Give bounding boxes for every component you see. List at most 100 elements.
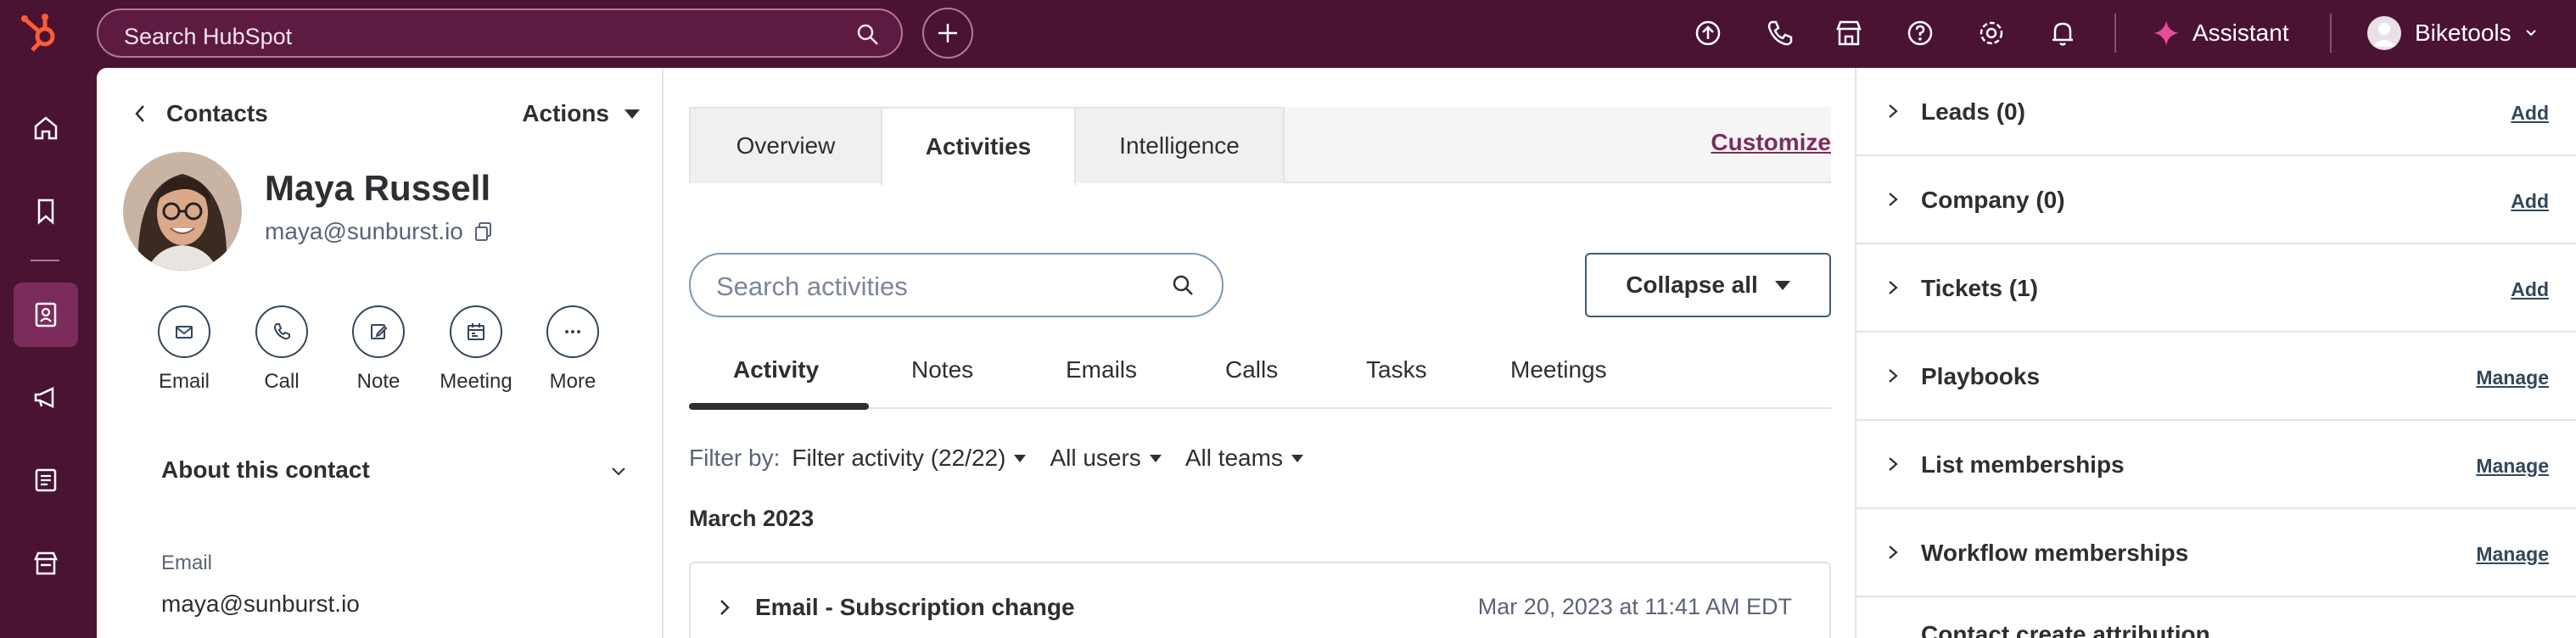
left-navigation (0, 68, 97, 638)
activity-search-placeholder: Search activities (716, 271, 908, 301)
filter-activity-dropdown[interactable]: Filter activity (22/22) (792, 445, 1027, 472)
contact-email: maya@sunburst.io (265, 218, 463, 244)
topbar-divider (2330, 14, 2332, 53)
upgrade-icon[interactable] (1692, 17, 1724, 49)
record-tabs: Overview Activities Intelligence Customi… (689, 107, 1831, 185)
card-tickets[interactable]: Tickets (1) Add (1856, 244, 2576, 333)
note-icon (371, 324, 388, 339)
chevron-right-icon[interactable] (1885, 543, 1901, 562)
chevron-right-icon[interactable] (1885, 455, 1901, 473)
activity-search-input[interactable]: Search activities (689, 253, 1224, 317)
card-title: List memberships (1921, 451, 2125, 478)
activity-timestamp: Mar 20, 2023 at 11:41 AM EDT (1477, 594, 1792, 619)
bookmark-icon (37, 199, 54, 225)
nav-crm-contacts[interactable] (14, 283, 78, 347)
property-label-email: Email (161, 551, 213, 574)
account-label: Biketools (2415, 20, 2512, 46)
timeline-month-heading: March 2023 (689, 506, 815, 531)
add-lead-link[interactable]: Add (2511, 102, 2549, 125)
quick-action-note[interactable]: Note (332, 305, 425, 394)
card-title-partial[interactable]: Contact create attribution (1921, 621, 2210, 638)
contact-record-sidebar: Contacts Actions Maya Russell maya@sunbu… (97, 68, 664, 638)
back-to-contacts-link[interactable]: Contacts (166, 100, 268, 127)
more-icon (565, 330, 580, 333)
property-value-email[interactable]: maya@sunburst.io (161, 590, 360, 618)
hubspot-logo-icon[interactable] (19, 10, 63, 54)
activity-filters: Filter by: Filter activity (22/22) All u… (689, 445, 1303, 472)
chevron-right-icon[interactable] (1885, 102, 1901, 120)
assistant-label: Assistant (2192, 20, 2289, 46)
customize-link[interactable]: Customize (1711, 129, 1831, 156)
tab-overview[interactable]: Overview (689, 107, 882, 183)
manage-lists-link[interactable]: Manage (2476, 455, 2549, 478)
card-title: Workflow memberships (1921, 540, 2189, 566)
tab-activities[interactable]: Activities (881, 107, 1076, 185)
caret-down-icon (1774, 280, 1790, 290)
quick-action-label: Note (356, 370, 400, 393)
copy-icon[interactable] (473, 221, 494, 243)
quick-action-meeting[interactable]: Meeting (429, 305, 523, 394)
filter-users-dropdown[interactable]: All users (1050, 445, 1162, 472)
chevron-right-icon[interactable] (716, 597, 733, 618)
chevron-right-icon[interactable] (1885, 278, 1901, 297)
card-list-memberships[interactable]: List memberships Manage (1856, 421, 2576, 509)
storefront-icon (34, 551, 58, 575)
search-icon (1171, 273, 1196, 299)
chevron-down-icon[interactable] (609, 462, 628, 480)
card-company[interactable]: Company (0) Add (1856, 156, 2576, 244)
caret-down-icon (1014, 454, 1027, 462)
card-workflow-memberships[interactable]: Workflow memberships Manage (1856, 509, 2576, 597)
chevron-right-icon[interactable] (1885, 190, 1901, 209)
subtab-calls[interactable]: Calls (1225, 356, 1278, 383)
quick-action-call[interactable]: Call (235, 305, 328, 394)
caret-down-icon (1149, 454, 1162, 462)
about-section-toggle[interactable]: About this contact (161, 456, 370, 484)
help-icon[interactable] (1904, 17, 1936, 49)
nav-commerce[interactable] (14, 531, 78, 596)
subtab-activity[interactable]: Activity (733, 356, 819, 383)
nav-bookmarks[interactable] (14, 179, 78, 243)
quick-action-more[interactable]: More (526, 305, 619, 394)
collapse-all-label: Collapse all (1626, 271, 1758, 298)
phone-icon[interactable] (1763, 17, 1795, 49)
user-avatar (2367, 16, 2401, 50)
card-leads[interactable]: Leads (0) Add (1856, 68, 2576, 156)
marketplace-icon[interactable] (1833, 17, 1865, 49)
add-company-link[interactable]: Add (2511, 190, 2549, 213)
quick-action-email[interactable]: Email (137, 305, 231, 394)
card-title: Playbooks (1921, 363, 2041, 389)
global-search-placeholder: Search HubSpot (124, 24, 293, 49)
activity-item[interactable]: Email - Subscription change Mar 20, 2023… (689, 562, 1831, 638)
assistant-button[interactable]: Assistant (2152, 15, 2289, 51)
nav-marketing[interactable] (14, 365, 78, 429)
nav-content[interactable] (14, 448, 78, 512)
caret-down-icon (1291, 454, 1303, 462)
home-icon (34, 116, 58, 140)
subtab-meetings[interactable]: Meetings (1510, 356, 1607, 383)
subtab-emails[interactable]: Emails (1066, 356, 1137, 383)
chevron-right-icon[interactable] (1885, 367, 1901, 385)
actions-dropdown[interactable]: Actions (522, 100, 640, 127)
chevron-left-icon[interactable] (131, 102, 151, 126)
quick-action-label: Call (264, 370, 300, 393)
collapse-all-button[interactable]: Collapse all (1585, 253, 1831, 317)
contacts-icon (35, 302, 57, 327)
caret-down-icon (624, 109, 640, 119)
account-menu[interactable]: Biketools (2367, 14, 2537, 53)
notifications-icon[interactable] (2047, 17, 2079, 49)
manage-workflows-link[interactable]: Manage (2476, 543, 2549, 566)
filter-activity-label: Filter activity (22/22) (792, 445, 1006, 471)
settings-icon[interactable] (1975, 17, 2008, 49)
nav-home[interactable] (14, 96, 78, 160)
top-navigation-bar: Search HubSpot Assistant Biketools (0, 0, 2576, 68)
filter-teams-dropdown[interactable]: All teams (1185, 445, 1303, 472)
subtab-tasks[interactable]: Tasks (1366, 356, 1427, 383)
global-search-input[interactable]: Search HubSpot (97, 8, 903, 58)
card-playbooks[interactable]: Playbooks Manage (1856, 333, 2576, 421)
add-ticket-link[interactable]: Add (2511, 278, 2549, 301)
quick-create-button[interactable] (922, 8, 973, 59)
quick-action-label: Email (158, 370, 210, 393)
subtab-notes[interactable]: Notes (911, 356, 973, 383)
manage-playbooks-link[interactable]: Manage (2476, 367, 2549, 389)
tab-intelligence[interactable]: Intelligence (1074, 107, 1285, 183)
